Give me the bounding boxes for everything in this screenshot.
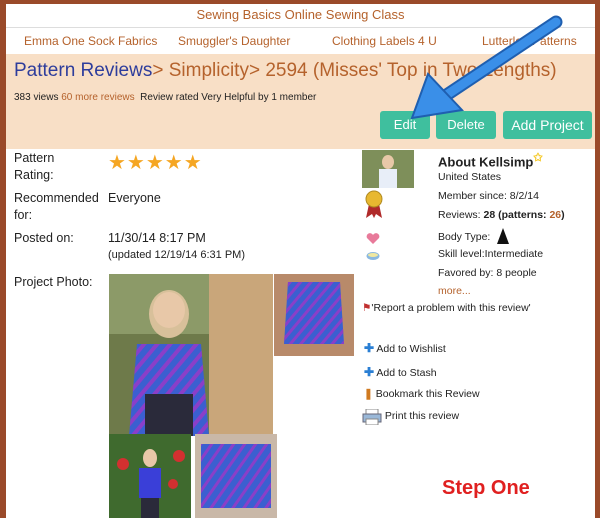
project-photo-main[interactable] — [109, 274, 273, 436]
project-photo-2[interactable] — [274, 274, 354, 356]
triangle-body-icon — [497, 228, 510, 244]
award-ribbon-icon — [365, 190, 383, 218]
member-favored: Favored by: 8 people — [438, 267, 537, 279]
review-stats: 383 views 60 more reviews Review rated V… — [14, 92, 316, 103]
recommended-value: Everyone — [108, 191, 161, 205]
bookmark-icon: ❚ — [364, 388, 373, 400]
posted-value: 11/30/14 8:17 PM — [108, 231, 206, 245]
rating-label: Pattern Rating: — [14, 151, 55, 182]
print-review[interactable]: Print this review — [362, 408, 459, 426]
ad-link-smuggler[interactable]: Smuggler's Daughter — [178, 34, 290, 48]
member-reviews: Reviews: 28 (patterns: 26) — [438, 209, 565, 221]
report-link[interactable]: ⚑'Report a problem with this review' — [362, 302, 531, 314]
breadcrumb-pattern-reviews[interactable]: Pattern Reviews — [14, 60, 152, 81]
star-icon: ✩ — [533, 152, 543, 164]
member-skill: Skill level:Intermediate — [438, 248, 544, 260]
updated-value: (updated 12/19/14 6:31 PM) — [108, 249, 245, 261]
rated-text: Review rated Very Helpful by 1 member — [140, 92, 317, 103]
add-to-stash[interactable]: ✚ Add to Stash — [364, 365, 437, 379]
project-photo-label: Project Photo: — [14, 275, 93, 289]
printer-icon — [362, 408, 382, 426]
heart-icon[interactable] — [366, 233, 380, 245]
project-photo-4[interactable] — [195, 434, 277, 518]
add-to-wishlist[interactable]: ✚ Add to Wishlist — [364, 341, 446, 355]
about-member-title: About Kellsimp✩ — [438, 152, 543, 170]
recommended-label: Recommended for: — [14, 191, 99, 222]
plus-icon: ✚ — [364, 365, 375, 379]
member-more-link[interactable]: more... — [438, 285, 471, 297]
more-reviews-link[interactable]: 60 more reviews — [61, 92, 134, 103]
right-frame — [595, 0, 600, 518]
rating-stars: ★★★★★ — [108, 152, 203, 174]
member-body-type: Body Type: — [438, 228, 510, 244]
views-count: 383 views — [14, 92, 59, 103]
bookmark-review[interactable]: ❚ Bookmark this Review — [364, 388, 480, 400]
member-since: Member since: 8/2/14 — [438, 190, 539, 202]
reviews-count[interactable]: 28 — [484, 209, 496, 221]
breadcrumb-sep: > — [152, 60, 164, 81]
ad-link-emma[interactable]: Emma One Sock Fabrics — [24, 34, 157, 48]
message-icon[interactable] — [366, 251, 380, 261]
plus-icon: ✚ — [364, 341, 375, 355]
member-avatar[interactable] — [362, 150, 414, 188]
patterns-count[interactable]: 26 — [549, 209, 561, 221]
member-country: United States — [438, 171, 502, 183]
page: Sewing Basics Online Sewing Class Emma O… — [6, 4, 595, 518]
project-photo-3[interactable] — [109, 434, 191, 518]
step-annotation: Step One — [442, 477, 530, 499]
pointer-arrow-icon — [410, 15, 563, 120]
flag-icon: ⚑ — [362, 302, 372, 314]
posted-label: Posted on: — [14, 231, 74, 245]
breadcrumb-simplicity[interactable]: Simplicity — [169, 60, 249, 81]
breadcrumb-sep: > — [248, 60, 261, 81]
